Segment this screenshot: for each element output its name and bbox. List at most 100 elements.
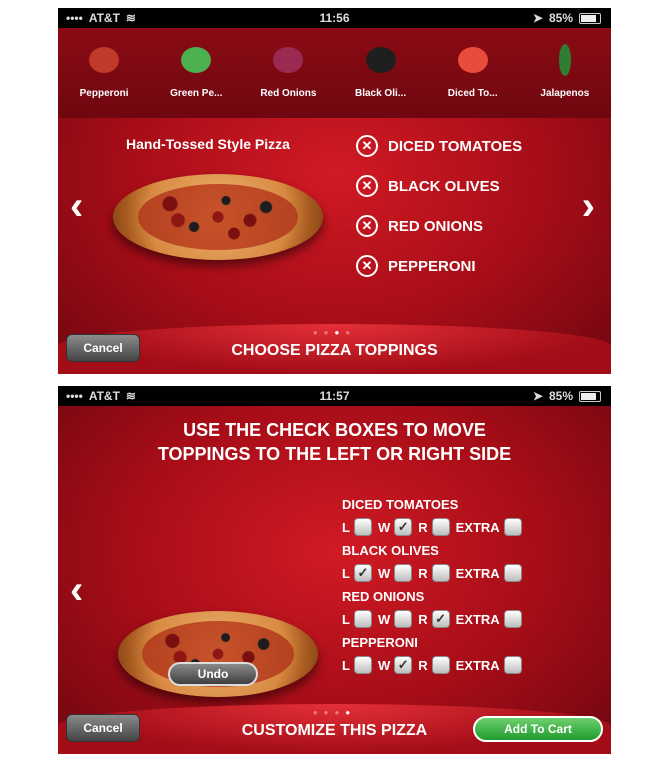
status-bar: •••• AT&T ≋ 11:57 ➤ 85%: [58, 386, 611, 406]
option-label: W: [377, 611, 391, 627]
battery-icon: [579, 390, 601, 402]
instructions-line: TOPPINGS TO THE LEFT OR RIGHT SIDE: [157, 444, 512, 464]
prev-arrow-icon[interactable]: ‹: [70, 570, 83, 610]
checkbox-left[interactable]: [353, 656, 372, 674]
option-label: EXTRA: [455, 565, 500, 581]
page-dot: ●: [345, 328, 357, 337]
choose-toppings-screen: •••• AT&T ≋ 11:56 ➤ 85% Pepperoni Green P…: [58, 8, 611, 374]
pepperoni-icon: [81, 40, 127, 80]
placement-option-extra: EXTRA: [456, 564, 522, 582]
carrier-indicator: •••• AT&T ≋: [66, 389, 136, 403]
topping-label: Red Onions: [260, 88, 317, 99]
placement-option-left: L: [342, 610, 372, 628]
placement-options: L W ✓ R EXTRA: [342, 652, 602, 678]
remove-icon[interactable]: ✕: [356, 215, 378, 237]
topping-placement-group: PEPPERONI L W ✓ R EXTRA: [342, 634, 602, 678]
topping-option[interactable]: Jalapenos: [521, 40, 609, 99]
battery-percent: 85%: [548, 11, 573, 25]
topping-option[interactable]: Red Onions: [244, 40, 332, 99]
placement-option-extra: EXTRA: [456, 518, 522, 536]
checkbox-right[interactable]: [431, 564, 450, 582]
checkbox-extra[interactable]: [503, 518, 522, 536]
option-label: L: [342, 611, 350, 627]
topping-placement-group: BLACK OLIVES L ✓ W R EXTRA: [342, 542, 602, 586]
page-dot: ●: [323, 708, 335, 717]
red-onion-icon: [265, 40, 311, 80]
placement-options: L W ✓ R EXTRA: [342, 514, 602, 540]
option-label: R: [418, 657, 428, 673]
cancel-button[interactable]: Cancel: [66, 714, 140, 742]
placement-option-whole: W ✓: [377, 656, 413, 674]
page-indicator: ●●●●: [58, 328, 611, 337]
option-label: EXTRA: [455, 611, 500, 627]
battery-percent: 85%: [548, 389, 573, 403]
status-bar: •••• AT&T ≋ 11:56 ➤ 85%: [58, 8, 611, 28]
jalapeno-icon: [542, 40, 588, 80]
undo-button[interactable]: Undo: [168, 662, 258, 686]
placement-options: L ✓ W R EXTRA: [342, 560, 602, 586]
footer-title: CHOOSE PIZZA TOPPINGS: [231, 342, 438, 359]
checkbox-whole[interactable]: ✓: [394, 518, 413, 536]
placement-option-extra: EXTRA: [456, 610, 522, 628]
selected-topping-row: ✕ BLACK OLIVES: [356, 166, 522, 206]
option-label: L: [342, 657, 350, 673]
topping-label: Pepperoni: [79, 88, 129, 99]
checkbox-left[interactable]: [353, 518, 372, 536]
cancel-button[interactable]: Cancel: [66, 334, 140, 362]
footer-bar: ●●●● CHOOSE PIZZA TOPPINGS Cancel: [58, 324, 611, 374]
footer-bar: ●●●● CUSTOMIZE THIS PIZZA Cancel Add To …: [58, 704, 611, 754]
green-pepper-icon: [173, 40, 219, 80]
carrier-indicator: •••• AT&T ≋: [66, 11, 136, 25]
option-label: R: [418, 519, 428, 535]
topping-option[interactable]: Green Pe...: [152, 40, 240, 99]
placement-option-whole: W ✓: [377, 518, 413, 536]
topping-option[interactable]: Black Oli...: [337, 40, 425, 99]
option-label: W: [377, 519, 391, 535]
topping-name: BLACK OLIVES: [342, 543, 439, 558]
selected-topping-label: PEPPERONI: [388, 257, 476, 275]
checkbox-left[interactable]: ✓: [353, 564, 372, 582]
clock: 11:56: [319, 11, 350, 25]
topping-option[interactable]: Diced To...: [429, 40, 517, 99]
remove-icon[interactable]: ✕: [356, 255, 378, 277]
topping-label: Green Pe...: [170, 88, 223, 99]
topping-option[interactable]: Pepperoni: [60, 40, 148, 99]
option-label: R: [418, 611, 428, 627]
checkbox-left[interactable]: [353, 610, 372, 628]
remove-icon[interactable]: ✕: [356, 175, 378, 197]
selected-topping-label: DICED TOMATOES: [388, 137, 523, 155]
topping-label: Jalapenos: [540, 88, 590, 99]
topping-placement-panel: DICED TOMATOES L W ✓ R EXTRA BLACK OLIVES L ✓ W R E…: [342, 496, 602, 680]
prev-arrow-icon[interactable]: ‹: [70, 186, 83, 226]
checkbox-whole[interactable]: ✓: [394, 656, 413, 674]
option-label: W: [377, 657, 391, 673]
pizza-style-title: Hand-Tossed Style Pizza: [126, 136, 290, 152]
placement-option-left: L ✓: [342, 564, 372, 582]
placement-option-right: R ✓: [418, 610, 450, 628]
placement-option-whole: W: [378, 564, 413, 582]
option-label: R: [418, 565, 428, 581]
checkbox-whole[interactable]: [394, 610, 413, 628]
page-dot: ●: [323, 328, 335, 337]
checkbox-right[interactable]: [431, 656, 450, 674]
add-to-cart-button[interactable]: Add To Cart: [473, 716, 603, 742]
checkbox-extra[interactable]: [503, 610, 522, 628]
toppings-carousel[interactable]: Pepperoni Green Pe... Red Onions Black Oli.…: [58, 28, 611, 118]
black-olive-icon: [358, 40, 404, 80]
checkbox-extra[interactable]: [503, 656, 522, 674]
selected-topping-row: ✕ DICED TOMATOES: [356, 126, 522, 166]
checkbox-right[interactable]: [431, 518, 450, 536]
option-label: EXTRA: [455, 519, 500, 535]
wifi-icon: ≋: [125, 11, 136, 25]
location-icon: ➤: [532, 11, 543, 25]
page-dot: ●: [312, 328, 324, 337]
checkbox-right[interactable]: ✓: [431, 610, 450, 628]
checkbox-extra[interactable]: [503, 564, 522, 582]
topping-placement-group: RED ONIONS L W R ✓ EXTRA: [342, 588, 602, 632]
page-dot: ●: [312, 708, 324, 717]
next-arrow-icon[interactable]: ›: [582, 186, 595, 226]
remove-icon[interactable]: ✕: [356, 135, 378, 157]
placement-option-right: R: [418, 564, 450, 582]
checkbox-whole[interactable]: [394, 564, 413, 582]
option-label: L: [342, 519, 350, 535]
